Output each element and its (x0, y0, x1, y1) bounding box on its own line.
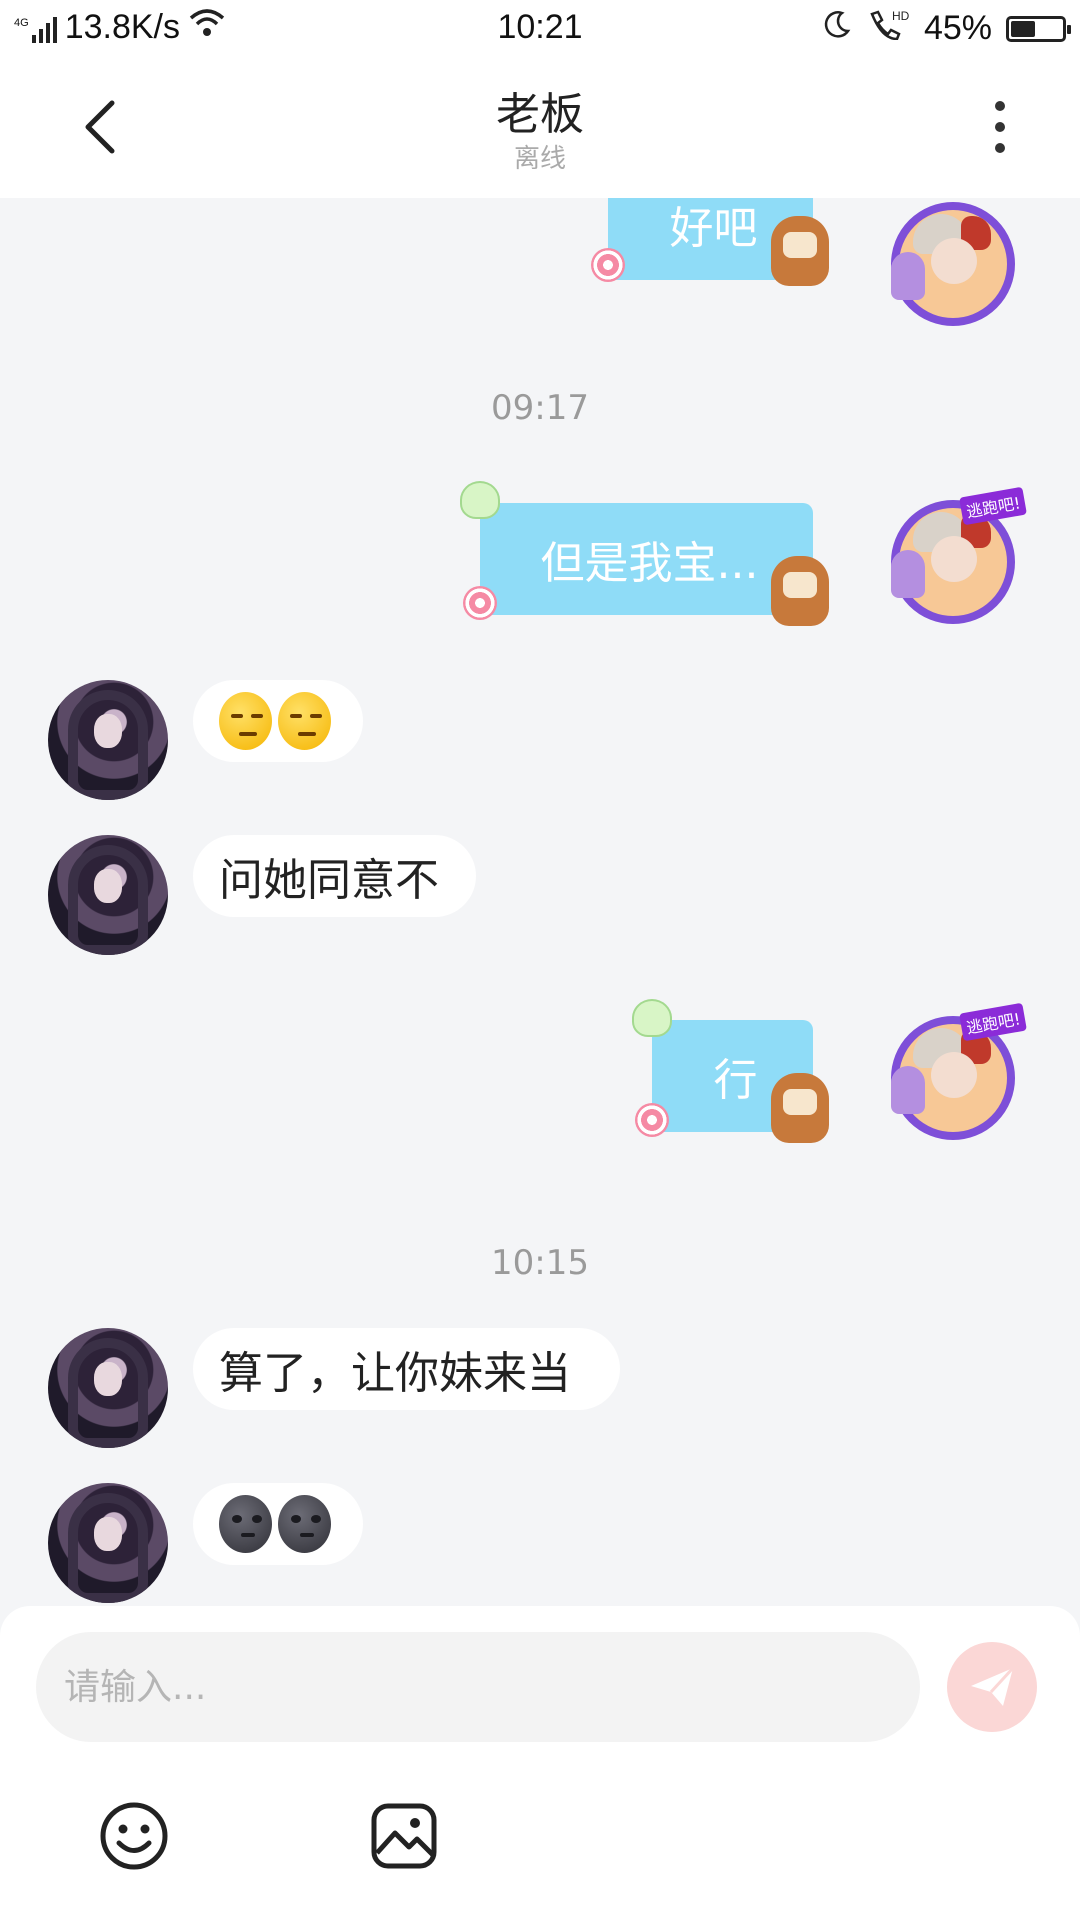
status-bar: 4G 13.8K/s 10:21 HD 45% (0, 0, 1080, 58)
message-bubble-incoming[interactable]: 问她同意不 (193, 835, 476, 917)
message-bubble-incoming[interactable]: 算了，让你妹来当 (193, 1328, 620, 1410)
message-text: 行 (713, 1055, 758, 1106)
new-moon-face-emoji-icon (278, 1495, 331, 1553)
message-bubble-outgoing[interactable]: 但是我宝... (480, 503, 813, 615)
message-text: 算了，让你妹来当 (219, 1348, 571, 1399)
send-button[interactable] (947, 1642, 1037, 1732)
more-options-button[interactable] (980, 92, 1020, 162)
lollipop-decoration-icon (635, 1103, 669, 1137)
skull-decoration-icon (460, 481, 500, 519)
svg-text:HD: HD (892, 9, 910, 23)
message-text: 好吧 (669, 203, 758, 254)
avatar-badge: 逃跑吧! (958, 1002, 1027, 1042)
lollipop-decoration-icon (591, 248, 625, 282)
avatar-badge: 逃跑吧! (958, 486, 1027, 526)
new-moon-face-emoji-icon (219, 1495, 272, 1553)
contact-avatar[interactable] (48, 1483, 168, 1603)
message-list[interactable]: 好吧 09:17 但是我宝... 逃跑吧! 问她同意不 行 逃跑吧! 10:15 (0, 198, 1080, 1606)
more-vertical-icon (995, 101, 1005, 111)
my-avatar[interactable] (883, 198, 1023, 334)
time-stamp: 10:15 (491, 1243, 589, 1283)
message-text: 问她同意不 (219, 855, 439, 906)
battery-percent: 45% (923, 9, 992, 47)
skull-decoration-icon (632, 999, 672, 1037)
unamused-face-emoji-icon (278, 692, 331, 750)
unamused-face-emoji-icon (219, 692, 272, 750)
contact-avatar[interactable] (48, 1328, 168, 1448)
image-icon (371, 1803, 437, 1869)
hd-call-icon: HD (866, 8, 910, 49)
message-bubble-incoming[interactable] (193, 1483, 363, 1565)
contact-name: 老板 (496, 89, 584, 140)
my-avatar[interactable]: 逃跑吧! (883, 486, 1027, 632)
bear-decoration-icon (771, 216, 829, 286)
smiley-icon (100, 1802, 168, 1870)
contact-avatar[interactable] (48, 680, 168, 800)
contact-status: 离线 (513, 144, 566, 174)
bear-decoration-icon (771, 1073, 829, 1143)
bear-decoration-icon (771, 556, 829, 626)
image-button[interactable] (364, 1796, 444, 1876)
emoji-button[interactable] (94, 1796, 174, 1876)
moon-icon (822, 9, 852, 48)
chat-header: 老板 离线 (0, 58, 1080, 198)
message-input[interactable] (36, 1632, 920, 1742)
time-stamp: 09:17 (491, 388, 589, 428)
contact-avatar[interactable] (48, 835, 168, 955)
lollipop-decoration-icon (463, 586, 497, 620)
battery-icon (1006, 15, 1071, 42)
input-panel (0, 1606, 1080, 1920)
send-icon (971, 1666, 1015, 1706)
my-avatar[interactable]: 逃跑吧! (883, 1002, 1027, 1148)
message-bubble-incoming[interactable] (193, 680, 363, 762)
message-text: 但是我宝... (540, 538, 759, 589)
